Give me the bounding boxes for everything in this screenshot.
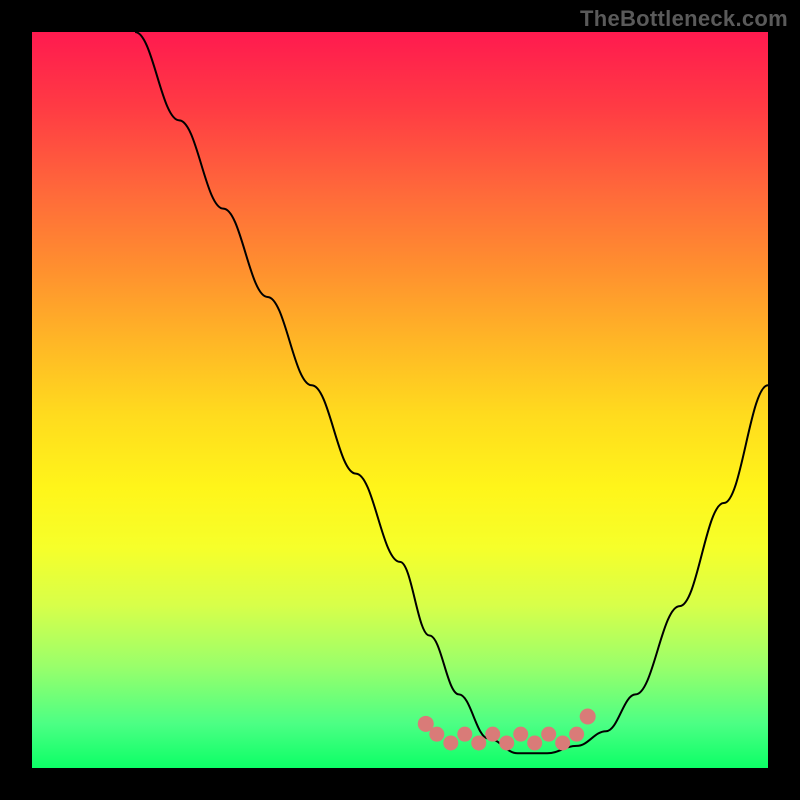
optimal-zone-dot <box>499 735 514 750</box>
bottleneck-curve-line <box>135 32 768 753</box>
optimal-zone-dot <box>443 735 458 750</box>
optimal-zone-dot <box>541 727 556 742</box>
optimal-zone-dot <box>527 735 542 750</box>
optimal-zone-dot <box>513 727 528 742</box>
watermark-text: TheBottleneck.com <box>580 6 788 32</box>
optimal-zone-dot <box>418 716 434 732</box>
optimal-zone-dot <box>485 727 500 742</box>
chart-plot-area <box>32 32 768 768</box>
optimal-zone-dot <box>580 708 596 724</box>
optimal-zone-dot <box>555 735 570 750</box>
optimal-zone-dot <box>471 735 486 750</box>
optimal-zone-dot <box>457 727 472 742</box>
chart-svg-layer <box>32 32 768 768</box>
optimal-zone-dot <box>569 727 584 742</box>
optimal-zone-marker <box>418 708 596 750</box>
